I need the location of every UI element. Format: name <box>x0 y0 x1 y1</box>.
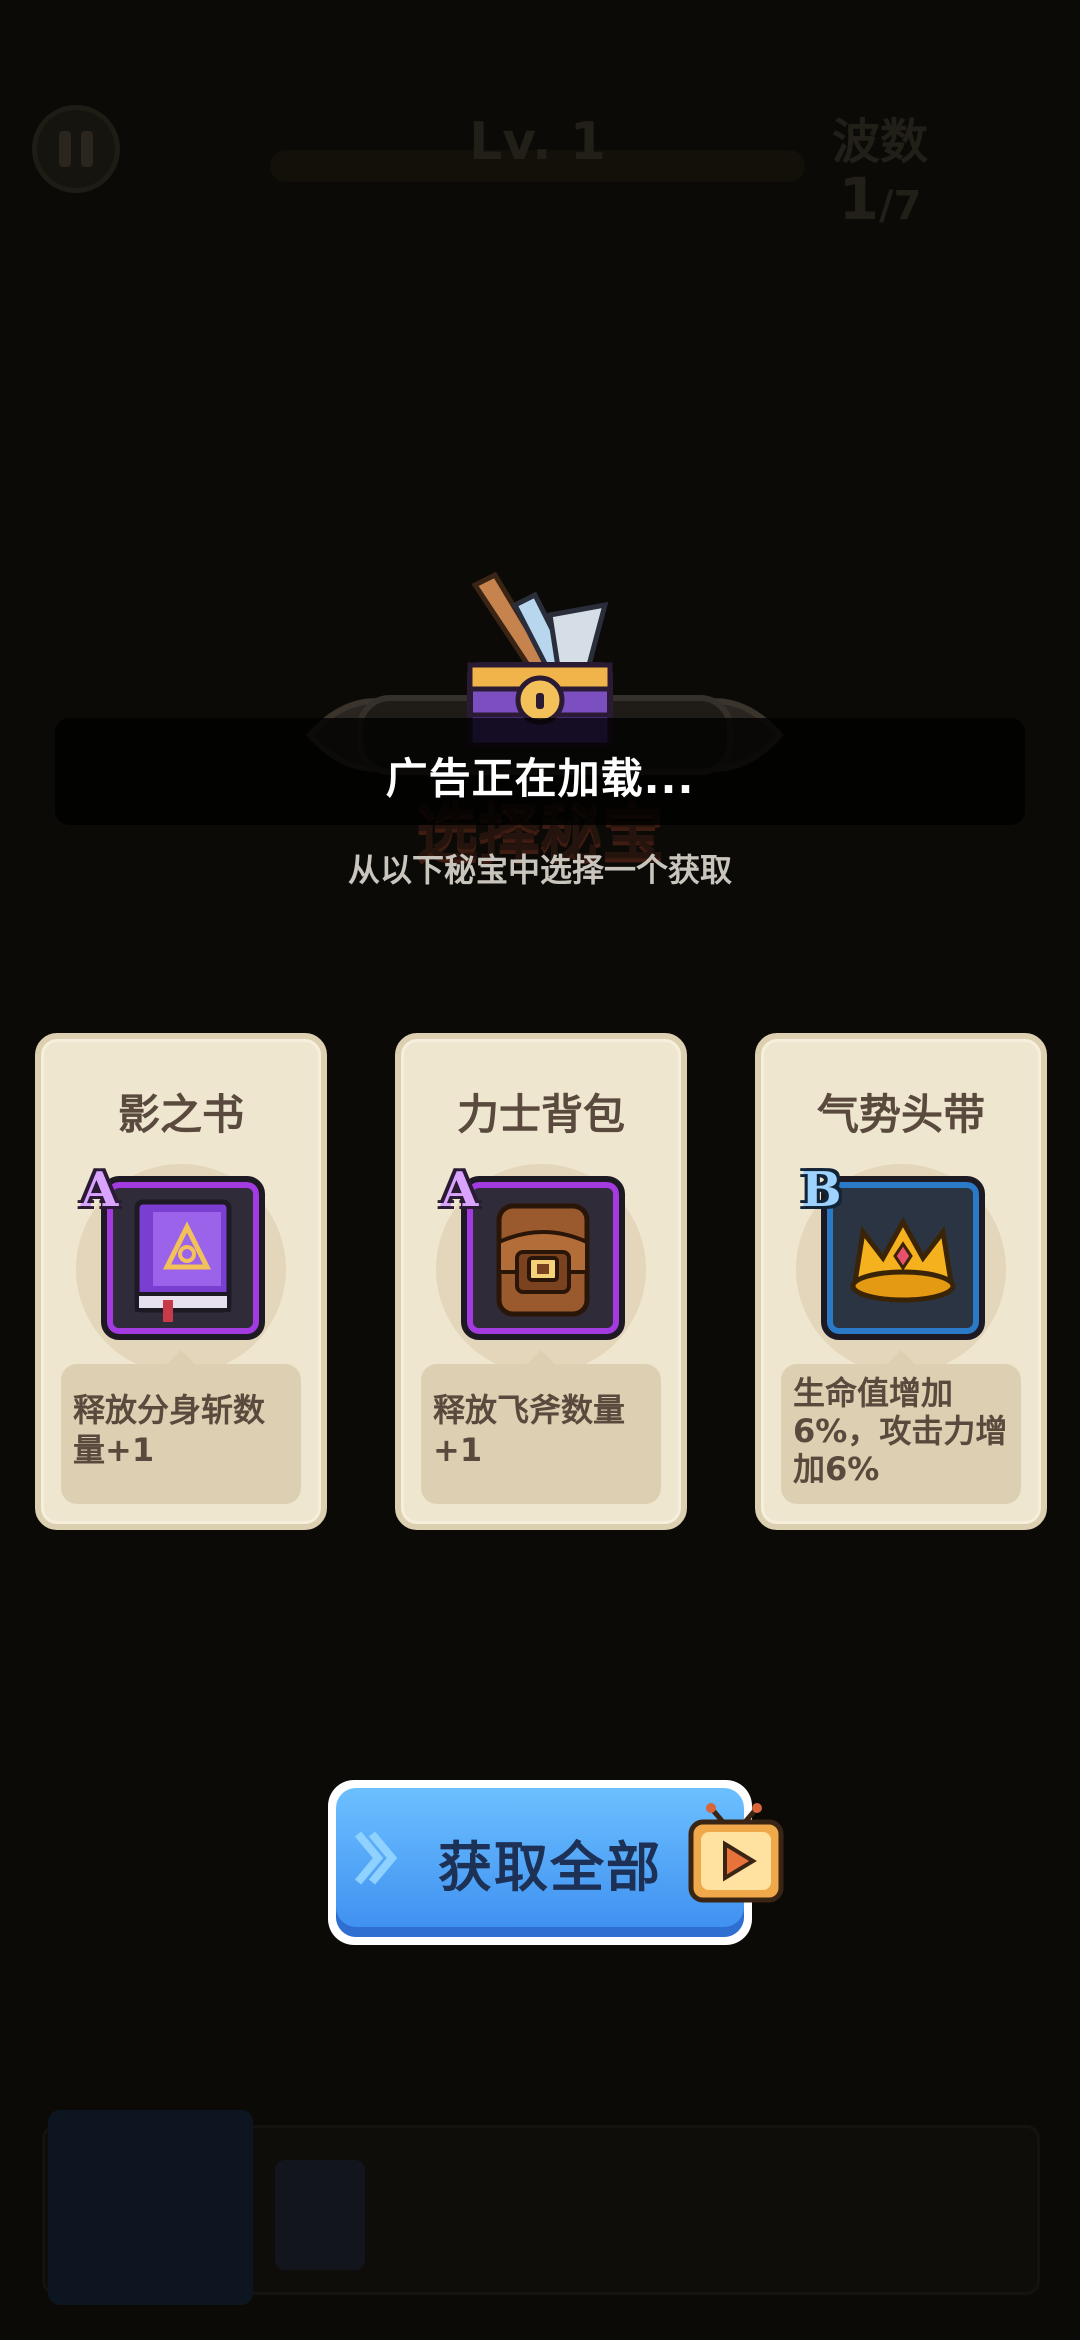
item-frame <box>461 1176 625 1340</box>
skill-slot <box>48 2110 253 2305</box>
treasure-card-headband[interactable]: 气势头带 B 生命值增加6%，攻击力增加6% <box>755 1033 1047 1530</box>
grade-badge: A <box>81 1162 119 1218</box>
chevron-right-icon <box>354 1831 398 1885</box>
card-title: 影之书 <box>117 1090 244 1139</box>
treasure-card-shadow-book[interactable]: 影之书 A 释放分身斩数量+1 <box>35 1033 327 1530</box>
purple-book-icon <box>134 1199 232 1322</box>
level-label: Lv. 1 <box>469 112 606 172</box>
gold-crown-icon <box>850 1216 956 1303</box>
get-all-label: 获取全部 <box>438 1836 662 1899</box>
treasure-card-backpack[interactable]: 力士背包 A 释放飞斧数量+1 <box>395 1033 687 1530</box>
grade-badge: B <box>801 1162 842 1218</box>
leather-backpack-icon <box>496 1203 590 1317</box>
grade-badge: A <box>441 1162 479 1218</box>
wave-label: 波数 <box>831 114 928 170</box>
tv-play-ad-icon <box>688 1803 784 1903</box>
card-title: 气势头带 <box>816 1090 985 1139</box>
item-frame <box>821 1176 985 1340</box>
ad-loading-text: 广告正在加载... <box>385 754 695 803</box>
card-description: 释放飞斧数量+1 <box>421 1350 661 1504</box>
item-frame <box>101 1176 265 1340</box>
card-title: 力士背包 <box>456 1090 625 1139</box>
wave-counter: 1/7 <box>838 165 922 233</box>
card-description: 生命值增加6%，攻击力增加6% <box>781 1350 1021 1504</box>
card-description: 释放分身斩数量+1 <box>61 1350 301 1504</box>
page-subtitle: 从以下秘宝中选择一个获取 <box>347 851 732 889</box>
pause-icon <box>59 131 71 167</box>
pause-button[interactable] <box>32 105 120 193</box>
skill-slot <box>275 2160 365 2270</box>
